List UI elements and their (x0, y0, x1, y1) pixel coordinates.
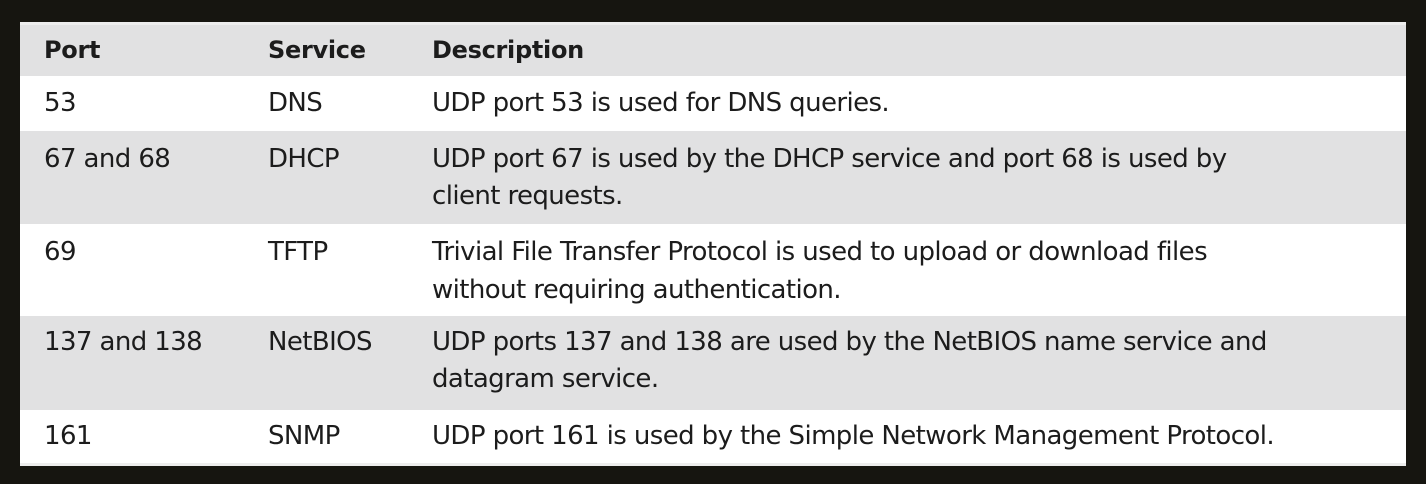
cell-service: DNS (268, 88, 323, 118)
cell-port: 137 and 138 (44, 327, 203, 357)
cell-description: UDP port 67 is used by the DHCP service … (432, 144, 1227, 174)
table-row: 69 TFTP Trivial File Transfer Protocol i… (20, 224, 1406, 316)
cell-description: UDP port 53 is used for DNS queries. (432, 88, 890, 118)
cell-description-line-2: client requests. (432, 181, 623, 211)
cell-port: 67 and 68 (44, 144, 171, 174)
cell-service: NetBIOS (268, 327, 373, 357)
header-port: Port (44, 36, 101, 64)
cell-description: UDP port 161 is used by the Simple Netwo… (432, 421, 1275, 451)
table-row: 137 and 138 NetBIOS UDP ports 137 and 13… (20, 316, 1406, 410)
cell-port: 161 (44, 421, 92, 451)
cell-description-line-2: without requiring authentication. (432, 275, 842, 305)
cell-description: Trivial File Transfer Protocol is used t… (432, 237, 1208, 267)
cell-description: UDP ports 137 and 138 are used by the Ne… (432, 327, 1267, 357)
cell-port: 53 (44, 88, 76, 118)
header-description: Description (432, 36, 584, 64)
table-row: 53 DNS UDP port 53 is used for DNS queri… (20, 76, 1406, 131)
table-row: 67 and 68 DHCP UDP port 67 is used by th… (20, 131, 1406, 224)
cell-service: SNMP (268, 421, 340, 451)
cell-description-line-2: datagram service. (432, 364, 659, 394)
cell-port: 69 (44, 237, 76, 267)
cell-service: TFTP (268, 237, 328, 267)
table-row: 161 SNMP UDP port 161 is used by the Sim… (20, 410, 1406, 463)
header-service: Service (268, 36, 366, 64)
ports-table: Port Service Description 53 DNS UDP port… (20, 22, 1406, 466)
table-header-row: Port Service Description (20, 25, 1406, 76)
cell-service: DHCP (268, 144, 340, 174)
